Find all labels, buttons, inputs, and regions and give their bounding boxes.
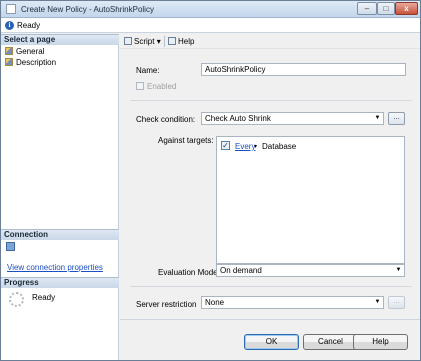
targets-tree: ✓ Every ▾ Database <box>216 136 405 264</box>
status-text: Ready <box>17 21 41 30</box>
evaluation-mode-value: On demand <box>220 266 262 275</box>
ok-button[interactable]: OK <box>244 334 299 350</box>
target-name: Database <box>262 142 297 151</box>
progress-spinner-icon <box>9 292 24 307</box>
help-button[interactable]: Help <box>353 334 408 350</box>
general-page: Script ▾ Help Name: AutoShrinkPolicy Ena… <box>120 34 420 319</box>
sidebar-item-general[interactable]: General <box>5 46 44 57</box>
enabled-label: Enabled <box>147 82 177 91</box>
sidebar-item-description[interactable]: Description <box>5 57 56 68</box>
divider <box>130 100 412 101</box>
every-link[interactable]: Every <box>235 142 255 151</box>
toolbar: Script ▾ Help <box>120 34 420 49</box>
status-bar: i Ready <box>1 18 420 33</box>
enabled-checkbox[interactable] <box>136 82 144 90</box>
minimize-button[interactable]: – <box>357 2 377 15</box>
name-field[interactable]: AutoShrinkPolicy <box>201 63 406 76</box>
server-connection-icon <box>6 242 15 251</box>
title-bar[interactable]: Create New Policy - AutoShrinkPolicy – □… <box>1 1 420 18</box>
chevron-down-icon[interactable]: ▾ <box>157 37 161 46</box>
evaluation-mode-select[interactable]: On demand ▼ <box>216 264 405 277</box>
script-label: Script <box>134 37 155 46</box>
target-checkbox[interactable]: ✓ <box>221 141 230 150</box>
script-button[interactable]: Script ▾ <box>124 36 161 47</box>
page-icon <box>5 47 13 55</box>
maximize-button[interactable]: □ <box>377 2 395 15</box>
dropdown-arrow-icon[interactable]: ▼ <box>373 114 382 123</box>
toolbar-separator <box>164 36 165 47</box>
cancel-button[interactable]: Cancel <box>303 334 358 350</box>
window-title: Create New Policy - AutoShrinkPolicy <box>21 5 154 14</box>
evaluation-mode-label: Evaluation Mode: <box>158 268 220 277</box>
view-connection-properties-link[interactable]: View connection properties <box>7 263 103 272</box>
sidebar: Select a page General Description Connec… <box>1 34 119 360</box>
help-label: Help <box>178 37 195 46</box>
divider <box>130 286 412 287</box>
help-icon <box>168 37 176 45</box>
server-restriction-browse-button[interactable]: ... <box>388 296 405 309</box>
sidebar-item-label: Description <box>16 58 57 67</box>
script-icon <box>124 37 132 45</box>
connection-header: Connection <box>1 229 119 240</box>
select-page-header: Select a page <box>1 34 119 45</box>
app-icon <box>6 4 16 14</box>
close-button[interactable]: x <box>395 2 418 15</box>
progress-status: Ready <box>32 293 56 302</box>
name-label: Name: <box>136 66 160 75</box>
sidebar-item-label: General <box>16 47 45 56</box>
create-new-policy-dialog: Create New Policy - AutoShrinkPolicy – □… <box>0 0 421 361</box>
progress-header: Progress <box>1 277 119 288</box>
check-condition-value: Check Auto Shrink <box>205 114 271 123</box>
server-restriction-label: Server restriction <box>136 300 197 309</box>
dialog-footer: OK Cancel Help <box>120 319 420 360</box>
dropdown-arrow-icon[interactable]: ▼ <box>373 298 382 307</box>
chevron-down-icon[interactable]: ▾ <box>254 143 257 150</box>
check-condition-select[interactable]: Check Auto Shrink ▼ <box>201 112 384 125</box>
server-restriction-select[interactable]: None ▼ <box>201 296 384 309</box>
info-icon: i <box>5 21 14 30</box>
page-icon <box>5 58 13 66</box>
against-targets-label: Against targets: <box>158 136 214 145</box>
dropdown-arrow-icon[interactable]: ▼ <box>394 266 403 275</box>
server-restriction-value: None <box>205 298 225 307</box>
help-toolbar-button[interactable]: Help <box>168 36 194 47</box>
check-condition-browse-button[interactable]: ... <box>388 112 405 125</box>
check-condition-label: Check condition: <box>136 115 196 124</box>
